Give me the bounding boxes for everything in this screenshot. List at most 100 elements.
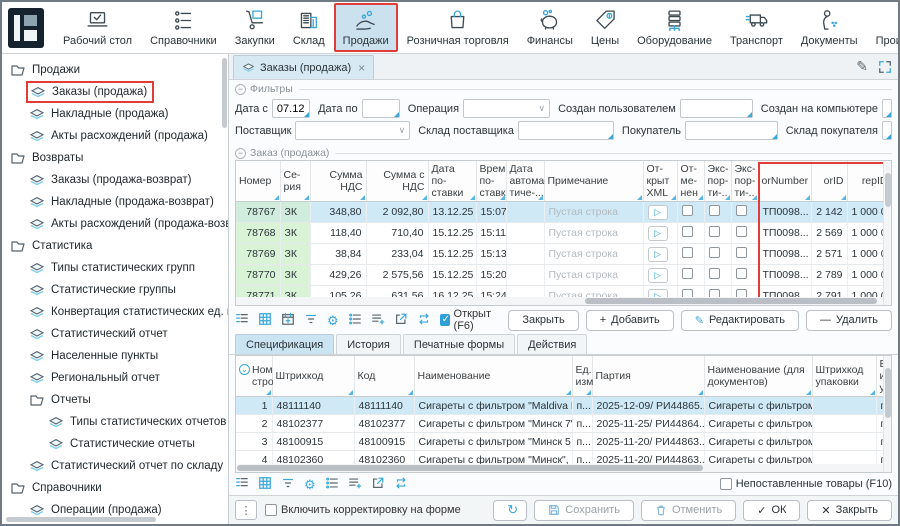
toolbar-item-equipment[interactable]: Оборудование [628, 3, 721, 52]
orders-vertical-scrollbar[interactable] [883, 161, 891, 305]
col-header-row-number[interactable]: ⌄Номер строки [236, 356, 272, 397]
col-header-open-xml[interactable]: От- крыт XML [643, 161, 677, 202]
exported-checkbox[interactable] [709, 226, 720, 237]
toolbar-item-directories[interactable]: Справочники [141, 3, 226, 52]
date-from-input[interactable] [273, 100, 309, 117]
sidebar-item-stat-reports[interactable]: Статистические отчеты [2, 433, 228, 455]
toolbar-item-desktop[interactable]: Рабочий стол [54, 3, 141, 52]
calendar-icon[interactable] [281, 312, 295, 329]
circle-chevron-icon[interactable]: ⌄ [239, 364, 250, 375]
tab-specification[interactable]: Спецификация [235, 334, 334, 354]
col-header-vat[interactable]: Сумма НДС [310, 161, 366, 202]
sidebar-folder-directories[interactable]: Справочники [2, 477, 228, 499]
repeat-icon[interactable] [417, 312, 431, 329]
toolbar-item-transport[interactable]: Транспорт [721, 3, 792, 52]
col-header-barcode[interactable]: Штрихкод [272, 356, 354, 397]
grid-view-icon[interactable] [258, 476, 272, 493]
created-by-input[interactable] [681, 100, 752, 117]
toolbar-item-production[interactable]: Производство [867, 3, 898, 52]
tab-print-forms[interactable]: Печатные формы [403, 334, 515, 354]
open-xml-button[interactable]: ▷ [648, 226, 668, 241]
unposted-goods-row[interactable]: Непоставленные товары (F10) [720, 478, 892, 490]
col-header-total-vat[interactable]: Сумма с НДС [366, 161, 428, 202]
open-filter-checkbox-row[interactable]: Открыт (F6) [440, 308, 502, 332]
col-header-cancelled[interactable]: От- ме- нен [677, 161, 704, 202]
col-header-name[interactable]: Наименование [414, 356, 572, 397]
numbered-list-icon[interactable] [325, 476, 339, 493]
toolbar-item-finance[interactable]: Финансы [518, 3, 582, 52]
repeat-icon[interactable] [394, 476, 408, 493]
table-row[interactable]: 3 48100915 48100915 Сигареты с фильтром … [236, 433, 891, 451]
exported-checkbox[interactable] [709, 268, 720, 279]
operation-select[interactable]: ∨ [463, 99, 550, 118]
table-row[interactable]: 2 48102377 48102377 Сигареты с фильтром … [236, 415, 891, 433]
col-header-delivery-time[interactable]: Врем по- ставк [476, 161, 506, 202]
table-row[interactable]: 78770 ЗК 429,26 2 575,56 15.12.25 15:20 … [236, 265, 891, 286]
sidebar-folder-statistics[interactable]: Статистика [2, 235, 228, 257]
adjust-on-form-checkbox[interactable] [265, 504, 277, 516]
edit-button[interactable]: ✎Редактировать [681, 310, 799, 331]
filter-icon[interactable] [281, 476, 295, 493]
sidebar-item-stat-group-types[interactable]: Типы статистических групп [2, 257, 228, 279]
adjust-on-form-row[interactable]: Включить корректировку на форме [265, 504, 461, 516]
exported-checkbox[interactable] [709, 247, 720, 258]
add-button[interactable]: +Добавить [586, 310, 674, 331]
unposted-goods-checkbox[interactable] [720, 478, 732, 490]
sidebar-folder-sales[interactable]: Продажи [2, 59, 228, 81]
sidebar-item-stat-report[interactable]: Статистический отчет [2, 323, 228, 345]
open-checkbox[interactable] [440, 314, 450, 326]
add-row-list-icon[interactable] [348, 476, 362, 493]
col-header-doc-name[interactable]: Наименование (для документов) [704, 356, 812, 397]
exported-checkbox[interactable] [736, 268, 747, 279]
col-header-series[interactable]: Се- рия [280, 161, 310, 202]
toolbar-item-sales[interactable]: Продажи [334, 3, 398, 52]
sidebar-item-invoices-return[interactable]: Накладные (продажа-возврат) [2, 191, 228, 213]
date-to-input[interactable] [363, 100, 399, 117]
sidebar-folder-reports-nested[interactable]: Отчеты [2, 389, 228, 411]
close-button[interactable]: ✕Закрыть [807, 500, 892, 521]
sidebar-vertical-scrollbar[interactable] [222, 58, 227, 128]
edit-pencil-icon[interactable]: ✎ [856, 58, 868, 75]
exported-checkbox[interactable] [709, 205, 720, 216]
collapse-icon[interactable]: − [235, 84, 246, 95]
toolbar-item-purchases[interactable]: Закупки [226, 3, 284, 52]
table-row[interactable]: 78767 ЗК 348,80 2 092,80 13.12.25 15:07 … [236, 202, 891, 223]
sidebar-folder-returns[interactable]: Возвраты [2, 147, 228, 169]
ok-button[interactable]: ✓ОК [743, 500, 800, 521]
col-header-exported2[interactable]: Экс- пор- ти-.. [731, 161, 758, 202]
supplier-warehouse-input[interactable] [519, 122, 613, 139]
tab-orders-sale[interactable]: Заказы (продажа) × [233, 55, 374, 79]
grid-view-icon[interactable] [258, 312, 272, 329]
toolbar-item-retail[interactable]: Розничная торговля [398, 3, 518, 52]
col-header-orid[interactable]: orID [811, 161, 847, 202]
cancelled-checkbox[interactable] [682, 205, 693, 216]
sidebar-item-discrepancy-acts-sale[interactable]: Акты расхождений (продажа) [2, 125, 228, 147]
col-header-exported1[interactable]: Экс- пор- ти-.. [704, 161, 731, 202]
sidebar-item-discrepancy-acts-return[interactable]: Акты расхождений (продажа-возвра [2, 213, 228, 235]
table-row[interactable]: 78768 ЗК 118,40 710,40 15.12.25 15:11 Пу… [236, 223, 891, 244]
list-view-icon[interactable] [235, 476, 249, 493]
filter-icon[interactable] [304, 312, 318, 329]
collapse-icon[interactable]: − [235, 148, 246, 159]
refresh-button[interactable]: ↻ [493, 500, 527, 521]
kebab-menu-button[interactable]: ⋮ [235, 500, 257, 520]
sidebar-item-orders-return[interactable]: Заказы (продажа-возврат) [2, 169, 228, 191]
exported-checkbox[interactable] [736, 226, 747, 237]
sidebar-item-stat-groups[interactable]: Статистические группы [2, 279, 228, 301]
cancelled-checkbox[interactable] [682, 268, 693, 279]
save-button[interactable]: Сохранить [534, 500, 634, 521]
gear-icon[interactable]: ⚙ [327, 314, 339, 327]
col-header-unit[interactable]: Ед. изм [572, 356, 592, 397]
supplier-select[interactable]: ∨ [295, 121, 410, 140]
numbered-list-icon[interactable] [348, 312, 362, 329]
exported-checkbox[interactable] [736, 205, 747, 216]
tab-history[interactable]: История [336, 334, 401, 354]
toolbar-item-prices[interactable]: Цены [582, 3, 628, 52]
col-header-auto-date[interactable]: Дата автома- тиче-... [506, 161, 544, 202]
sidebar-item-stat-report-warehouse[interactable]: Статистический отчет по складу [2, 455, 228, 477]
sidebar-horizontal-scrollbar[interactable] [6, 517, 156, 522]
table-row[interactable]: 1 48111140 48111140 Сигареты с фильтром … [236, 397, 891, 415]
table-row[interactable]: 78769 ЗК 38,84 233,04 15.12.25 15:13 Пус… [236, 244, 891, 265]
delete-button[interactable]: —Удалить [806, 310, 892, 331]
col-header-note[interactable]: Примечание [544, 161, 643, 202]
